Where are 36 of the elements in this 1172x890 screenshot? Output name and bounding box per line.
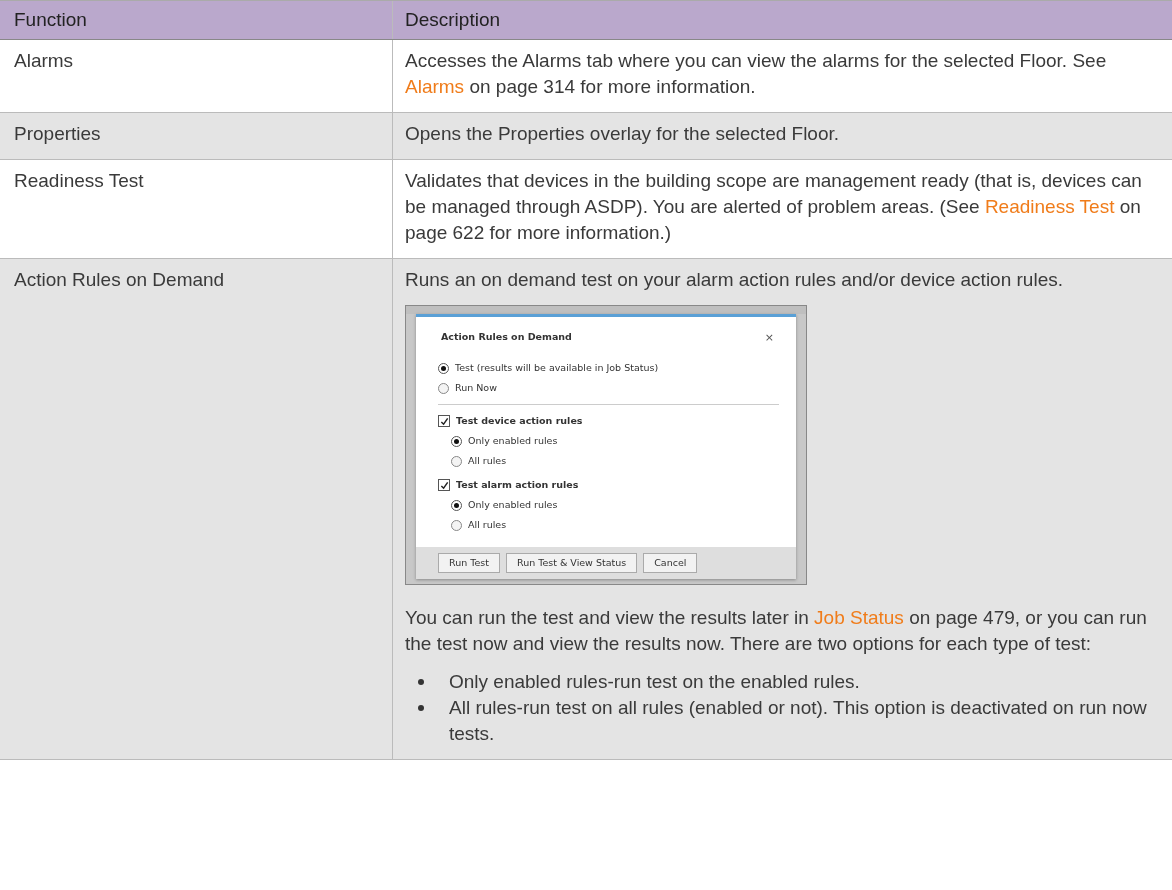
description-text: Accesses the Alarms tab where you can view the alarms for the selected Floor. See Alarms on page 314 for more information. [405,49,1108,99]
column-header: Description [405,9,501,30]
function-name: Readiness Test [14,170,144,191]
column-header: Function [14,9,87,30]
radio-label: Run Now [455,382,497,394]
radio-button[interactable] [438,382,449,394]
function-name: Properties [14,123,101,144]
checkbox-label: Test device action rules [456,415,583,427]
radio-label: All rules [468,519,507,531]
dialog-title: Action Rules on Demand [441,331,572,344]
dialog-button[interactable]: Run Test [438,553,500,573]
radio-label: Test (results will be available in Job Status) [455,362,659,374]
bullet-text: Only enabled rules-run test on the enabled rules. [449,669,860,694]
bullet-icon [418,678,424,685]
description-text: Validates that devices in the building scope are management ready (that is, devices can be managed through ASDP). You are alerted of problem areas. (See Readiness Test on page 622 for more information.) [405,169,1143,245]
bullet-text: All rules-run test on all rules (enabled or not). This option is deactivated on run now tests. [449,695,1148,746]
dialog-button[interactable]: Cancel [643,553,698,573]
checkbox[interactable] [438,479,450,492]
radio-button[interactable] [451,499,462,511]
description-text: You can run the test and view the results later in Job Status on page 479, or you can run the test now and view the results now. There are two options for each type of test: [405,605,1148,656]
radio-button[interactable] [438,362,449,374]
description-text: Runs an on demand test on your alarm action rules and/or device action rules. [405,268,1064,292]
radio-label: Only enabled rules [468,435,558,447]
description-text: Opens the Properties overlay for the selected Floor. [405,122,841,146]
dialog-button[interactable]: Run Test & View Status [505,553,638,573]
radio-button[interactable] [451,455,462,467]
radio-button[interactable] [451,435,462,447]
radio-button[interactable] [451,519,462,531]
checkbox-label: Test alarm action rules [456,479,579,491]
function-name: Alarms [14,50,74,71]
close-icon[interactable]: × [764,331,774,345]
function-name: Action Rules on Demand [14,269,225,290]
radio-label: All rules [468,455,507,467]
checkbox[interactable] [438,415,450,428]
radio-label: Only enabled rules [468,499,558,511]
bullet-icon [418,704,424,711]
